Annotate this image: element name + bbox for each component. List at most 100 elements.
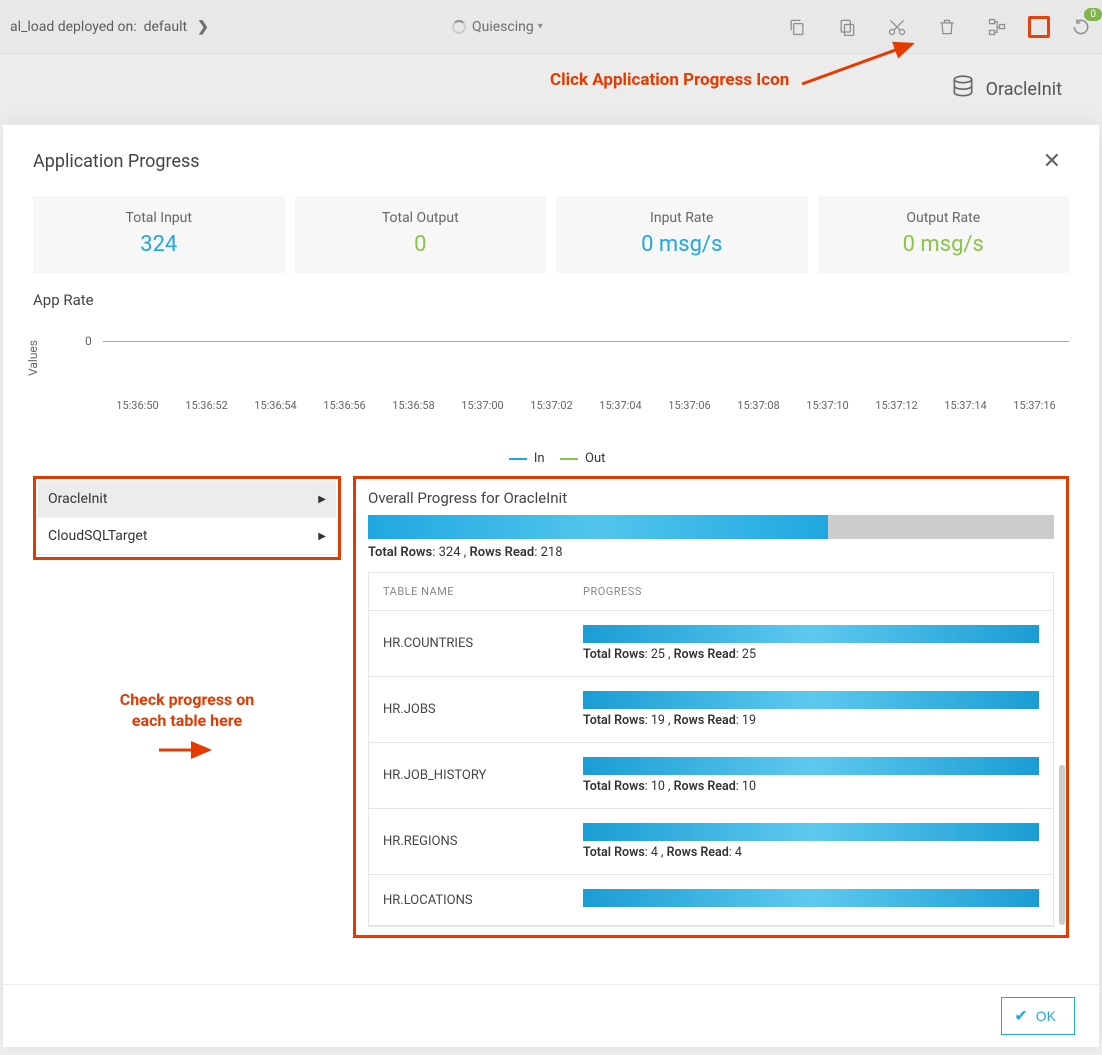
y-tick: 0	[85, 334, 92, 348]
chevron-right-icon: ▶	[318, 531, 326, 542]
stat-value: 324	[41, 232, 277, 257]
table-row: HR.LOCATIONS	[369, 875, 1053, 926]
source-name: CloudSQLTarget	[48, 528, 147, 544]
x-tick: 15:37:02	[517, 399, 586, 412]
stat-value: 0	[303, 232, 539, 257]
overall-progress-text: Total Rows: 324 , Rows Read: 218	[368, 545, 1054, 560]
stat-label: Output Rate	[826, 210, 1062, 226]
overall-progress-title: Overall Progress for OracleInit	[368, 489, 1054, 507]
table-name-cell: HR.COUNTRIES	[383, 636, 583, 651]
legend-swatch-out	[560, 458, 578, 460]
annotation-check-progress: Check progress on each table here	[33, 690, 341, 732]
row-progress-text: Total Rows: 19 , Rows Read: 19	[583, 713, 1039, 728]
progress-table: TABLE NAME PROGRESS HR.COUNTRIESTotal Ro…	[368, 572, 1054, 927]
chevron-right-icon[interactable]: ❯	[197, 19, 209, 35]
stat-label: Total Input	[41, 210, 277, 226]
deploy-breadcrumb: al_load deployed on: default ❯	[10, 19, 209, 35]
progress-detail-panel: Overall Progress for OracleInit Total Ro…	[353, 476, 1069, 938]
chart-line-out	[103, 341, 1069, 342]
deploy-label: deployed on:	[58, 19, 137, 35]
stats-row: Total Input 324 Total Output 0 Input Rat…	[33, 196, 1069, 273]
x-tick: 15:36:58	[379, 399, 448, 412]
status-text: Quiescing	[472, 19, 534, 35]
row-progress-bar	[583, 691, 1039, 709]
cut-icon[interactable]	[886, 16, 908, 38]
stat-total-output: Total Output 0	[295, 196, 547, 273]
row-progress-bar	[583, 625, 1039, 643]
x-tick: 15:37:00	[448, 399, 517, 412]
x-tick: 15:36:54	[241, 399, 310, 412]
stat-input-rate: Input Rate 0 msg/s	[556, 196, 808, 273]
x-tick: 15:37:12	[862, 399, 931, 412]
copy-icon[interactable]	[786, 16, 808, 38]
x-tick: 15:36:50	[103, 399, 172, 412]
node-name: OracleInit	[986, 79, 1062, 100]
ok-button[interactable]: ✔ OK	[1001, 997, 1075, 1035]
source-item[interactable]: CloudSQLTarget ▶	[38, 518, 336, 555]
table-row: HR.COUNTRIESTotal Rows: 25 , Rows Read: …	[369, 611, 1053, 677]
tree-icon[interactable]	[986, 16, 1008, 38]
table-name-cell: HR.REGIONS	[383, 834, 583, 849]
top-toolbar: al_load deployed on: default ❯ Quiescing…	[0, 0, 1102, 54]
row-progress-bar	[583, 757, 1039, 775]
modal-title: Application Progress	[33, 151, 200, 172]
overall-progress-bar	[368, 515, 1054, 539]
x-tick: 15:37:04	[586, 399, 655, 412]
table-progress-cell: Total Rows: 4 , Rows Read: 4	[583, 823, 1039, 860]
stat-label: Total Output	[303, 210, 539, 226]
chevron-right-icon: ▶	[318, 494, 326, 505]
stat-total-input: Total Input 324	[33, 196, 285, 273]
row-progress-bar	[583, 889, 1039, 907]
database-icon	[950, 74, 976, 105]
source-list-panel: OracleInit ▶ CloudSQLTarget ▶ Check progres…	[33, 476, 341, 938]
chevron-down-icon: ▾	[538, 21, 543, 32]
source-item[interactable]: OracleInit ▶	[38, 481, 336, 518]
stat-label: Input Rate	[564, 210, 800, 226]
row-progress-bar	[583, 823, 1039, 841]
legend-out: Out	[585, 451, 605, 466]
th-table-name: TABLE NAME	[383, 585, 583, 598]
notifications-icon[interactable]: 0	[1070, 16, 1092, 38]
row-progress-text: Total Rows: 25 , Rows Read: 25	[583, 647, 1039, 662]
chart-legend: In Out	[33, 451, 1069, 466]
notification-badge: 0	[1084, 8, 1102, 21]
table-row: HR.JOBSTotal Rows: 19 , Rows Read: 19	[369, 677, 1053, 743]
table-name-cell: HR.JOB_HISTORY	[383, 768, 583, 783]
x-tick: 15:37:16	[1000, 399, 1069, 412]
modal-footer: ✔ OK	[3, 984, 1099, 1047]
x-tick: 15:37:08	[724, 399, 793, 412]
stat-value: 0 msg/s	[564, 232, 800, 257]
application-progress-modal: Application Progress ✕ Total Input 324 T…	[3, 125, 1099, 1047]
trash-icon[interactable]	[936, 16, 958, 38]
paste-icon[interactable]	[836, 16, 858, 38]
x-tick: 15:37:06	[655, 399, 724, 412]
table-progress-cell: Total Rows: 10 , Rows Read: 10	[583, 757, 1039, 794]
deploy-target: default	[144, 19, 188, 35]
stat-value: 0 msg/s	[826, 232, 1062, 257]
table-progress-cell: Total Rows: 25 , Rows Read: 25	[583, 625, 1039, 662]
deploy-prefix: al_load	[10, 19, 54, 35]
table-row: HR.JOB_HISTORYTotal Rows: 10 , Rows Read…	[369, 743, 1053, 809]
th-progress: PROGRESS	[583, 585, 1039, 598]
table-progress-cell: Total Rows: 19 , Rows Read: 19	[583, 691, 1039, 728]
source-name: OracleInit	[48, 491, 107, 507]
table-name-cell: HR.LOCATIONS	[383, 893, 583, 908]
y-axis-label: Values	[26, 340, 40, 376]
close-icon[interactable]: ✕	[1035, 145, 1069, 178]
spinner-icon	[452, 20, 466, 34]
x-tick: 15:36:52	[172, 399, 241, 412]
x-tick: 15:37:10	[793, 399, 862, 412]
legend-swatch-in	[509, 458, 527, 460]
application-progress-icon[interactable]	[1028, 16, 1050, 38]
chart-title: App Rate	[33, 291, 1069, 309]
table-progress-cell	[583, 889, 1039, 911]
scrollbar[interactable]	[1059, 765, 1065, 925]
row-progress-text: Total Rows: 10 , Rows Read: 10	[583, 779, 1039, 794]
status-dropdown[interactable]: Quiescing ▾	[209, 19, 786, 35]
x-axis-ticks: 15:36:5015:36:5215:36:5415:36:5615:36:58…	[103, 399, 1069, 412]
legend-in: In	[534, 451, 545, 466]
annotation-click-icon: Click Application Progress Icon	[550, 70, 917, 90]
check-icon: ✔	[1014, 1006, 1027, 1026]
table-name-cell: HR.JOBS	[383, 702, 583, 717]
ok-label: OK	[1036, 1008, 1056, 1024]
